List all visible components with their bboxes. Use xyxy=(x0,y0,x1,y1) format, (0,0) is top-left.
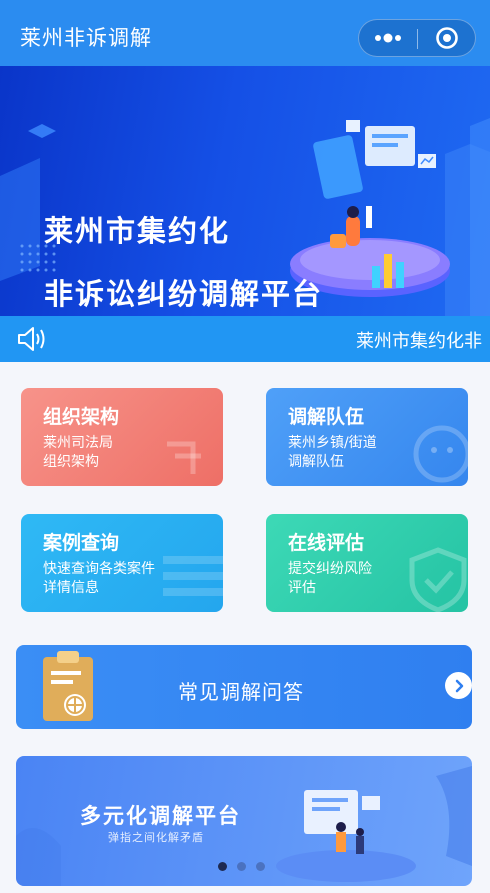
banner-title-line1: 莱州市集约化 xyxy=(44,214,231,248)
faq-label: 常见调解问答 xyxy=(178,680,304,704)
promo-carousel[interactable]: 多元化调解平台 弹指之间化解矛盾 xyxy=(16,756,472,886)
carousel-dot[interactable] xyxy=(237,862,246,871)
card-mediation-team[interactable]: 调解队伍 莱州乡镇/街道 调解队伍 xyxy=(266,388,468,486)
carousel-indicator xyxy=(218,862,265,871)
card-online-assessment[interactable]: 在线评估 提交纠纷风险 评估 xyxy=(266,514,468,612)
promo-title: 多元化调解平台 xyxy=(80,804,241,828)
mini-program-capsule xyxy=(358,19,476,57)
speaker-icon xyxy=(18,327,45,351)
card-desc-line2: 评估 xyxy=(288,580,316,596)
card-title: 调解队伍 xyxy=(288,406,365,428)
notice-marquee-text: 莱州市集约化非 xyxy=(356,331,482,352)
nav-bar: 莱州非诉调解 xyxy=(0,0,490,66)
chevron-right-icon[interactable] xyxy=(445,672,472,699)
card-desc-line1: 莱州乡镇/街道 xyxy=(288,435,377,451)
card-organization[interactable]: 组织架构 莱州司法局 组织架构 xyxy=(21,388,223,486)
card-case-search[interactable]: 案例查询 快速查询各类案件 详情信息 xyxy=(21,514,223,612)
promo-subtitle: 弹指之间化解矛盾 xyxy=(108,831,204,844)
card-title: 组织架构 xyxy=(43,406,120,428)
card-description: 莱州司法局 组织架构 xyxy=(43,434,213,472)
page-title: 莱州非诉调解 xyxy=(20,26,152,50)
card-desc-line2: 组织架构 xyxy=(43,454,99,470)
card-title: 案例查询 xyxy=(43,532,120,554)
card-desc-line1: 提交纠纷风险 xyxy=(288,561,372,577)
card-title: 在线评估 xyxy=(288,532,365,554)
clipboard-globe-icon xyxy=(43,651,93,721)
carousel-dot[interactable] xyxy=(218,862,227,871)
card-description: 莱州乡镇/街道 调解队伍 xyxy=(288,434,458,472)
faq-button[interactable]: 常见调解问答 xyxy=(16,645,472,729)
card-desc-line2: 详情信息 xyxy=(43,580,99,596)
card-description: 提交纠纷风险 评估 xyxy=(288,560,458,598)
card-description: 快速查询各类案件 详情信息 xyxy=(43,560,213,598)
hero-banner[interactable]: 莱州市集约化 非诉讼纠纷调解平台 xyxy=(0,66,490,316)
more-dots-icon xyxy=(375,33,401,43)
card-desc-line1: 快速查询各类案件 xyxy=(43,561,155,577)
carousel-dot[interactable] xyxy=(256,862,265,871)
card-desc-line2: 调解队伍 xyxy=(288,454,344,470)
close-button[interactable] xyxy=(418,20,476,56)
notice-bar[interactable]: 莱州市集约化非 xyxy=(0,316,490,362)
target-close-icon xyxy=(436,27,458,49)
more-button[interactable] xyxy=(359,20,417,56)
banner-title-line2: 非诉讼纠纷调解平台 xyxy=(44,277,324,311)
card-desc-line1: 莱州司法局 xyxy=(43,435,113,451)
